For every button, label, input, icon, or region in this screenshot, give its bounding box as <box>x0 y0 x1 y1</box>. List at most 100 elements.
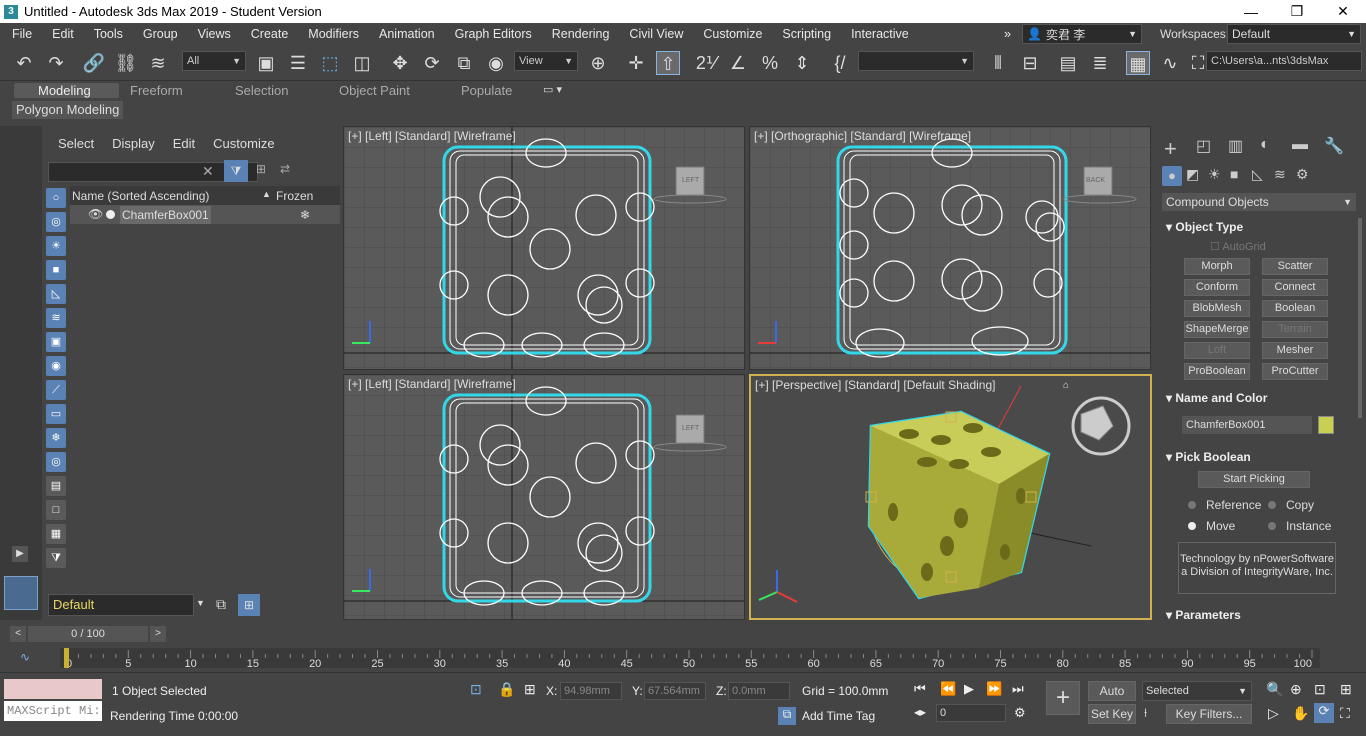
key-selection-select[interactable]: Selected ▼ <box>1142 681 1252 701</box>
snaps-toggle-icon[interactable]: 2⅟ <box>694 51 718 75</box>
named-selection-sets[interactable]: ▼ <box>858 51 974 71</box>
pan-icon[interactable]: ✋ <box>1292 705 1309 722</box>
display-all-icon[interactable]: ▤ <box>46 476 66 496</box>
mirror-icon[interactable]: ⫴ <box>986 51 1010 75</box>
tab-freeform[interactable]: Freeform <box>130 83 183 98</box>
previous-frame-icon[interactable]: ⏪ <box>940 681 956 697</box>
display-invert-icon[interactable]: ▦ <box>46 524 66 544</box>
key-mode-icon[interactable]: ◂▸ <box>914 705 926 719</box>
absolute-mode-icon[interactable]: ⊞ <box>524 681 536 698</box>
object-name-field[interactable]: ChamferBox001 <box>1182 416 1312 434</box>
select-manipulate-icon[interactable]: ✛ <box>624 51 648 75</box>
zoom-all-icon[interactable]: ⊕ <box>1290 681 1302 698</box>
viewport-label[interactable]: [+] [Left] [Standard] [Wireframe] <box>348 129 516 143</box>
rollout-object-type[interactable]: ▾ Object Type <box>1166 220 1243 234</box>
viewport-left-bottom[interactable]: [+] [Left] [Standard] [Wireframe] LEFT <box>343 374 745 620</box>
connect-button[interactable]: Connect <box>1262 279 1328 296</box>
se-menu-edit[interactable]: Edit <box>173 136 213 151</box>
ribbon-panel-polygon-modeling[interactable]: Polygon Modeling <box>12 101 124 119</box>
display-helpers-icon[interactable]: ◺ <box>46 284 66 304</box>
command-panel-scrollbar[interactable] <box>1358 218 1362 418</box>
pivot-center-icon[interactable]: ⊕ <box>586 51 610 75</box>
tab-populate[interactable]: Populate <box>461 83 512 98</box>
utilities-tab-icon[interactable]: 🔧 <box>1324 136 1344 156</box>
morph-button[interactable]: Morph <box>1184 258 1250 275</box>
column-frozen-header[interactable]: Frozen <box>276 189 313 203</box>
viewport-label[interactable]: [+] [Left] [Standard] [Wireframe] <box>348 377 516 391</box>
auto-key-button[interactable]: Auto Key <box>1088 681 1136 716</box>
key-filter-icon[interactable]: ⟊ <box>1144 705 1147 721</box>
spacewarps-category-icon[interactable]: ≋ <box>1274 166 1286 183</box>
cameras-category-icon[interactable]: ■ <box>1230 166 1238 182</box>
maxscript-listener-top[interactable] <box>4 679 102 699</box>
se-menu-customize[interactable]: Customize <box>213 136 292 151</box>
toggle-ribbon-icon[interactable]: ▦ <box>1126 51 1150 75</box>
curve-editor-icon[interactable]: ∿ <box>1158 51 1182 75</box>
sort-icon[interactable]: ⇄ <box>280 162 290 176</box>
eye-icon[interactable]: 👁 <box>88 207 103 221</box>
display-cameras-icon[interactable]: ■ <box>46 260 66 280</box>
display-bones-icon[interactable]: ⟋ <box>46 380 66 400</box>
time-slider[interactable]: 0 / 100 <box>28 626 148 642</box>
geometry-category-icon[interactable]: ● <box>1162 166 1182 186</box>
mesher-button[interactable]: Mesher <box>1262 342 1328 359</box>
radio-instance[interactable]: Instance <box>1268 519 1331 533</box>
select-by-name-icon[interactable]: ☰ <box>286 51 310 75</box>
current-frame-field[interactable]: 0 <box>936 704 1006 722</box>
edit-named-selection-icon[interactable]: {/ <box>828 51 852 75</box>
menu-interactive[interactable]: Interactive <box>841 27 919 41</box>
systems-category-icon[interactable]: ⚙ <box>1296 166 1309 183</box>
time-configuration-icon[interactable]: ⚙ <box>1014 705 1026 721</box>
track-bar[interactable]: 0 5 10 15 20 25 30 35 40 45 50 55 60 65 70 75 80 85 90 95 10… <box>60 648 1320 668</box>
filter-toggle-icon[interactable]: ⧩ <box>224 160 248 182</box>
rollout-pick-boolean[interactable]: ▾ Pick Boolean <box>1166 450 1251 464</box>
time-tag-icon[interactable]: ⧉ <box>778 707 796 725</box>
viewport-label[interactable]: [+] [Orthographic] [Standard] [Wireframe… <box>754 129 971 143</box>
menu-scripting[interactable]: Scripting <box>772 27 841 41</box>
expand-arrow-icon[interactable]: ▶ <box>12 546 28 562</box>
se-menu-select[interactable]: Select <box>58 136 112 151</box>
user-account-dropdown[interactable]: 👤 奕君 李 ▼ <box>1022 24 1142 44</box>
boolean-button[interactable]: Boolean <box>1262 300 1328 317</box>
conform-button[interactable]: Conform <box>1184 279 1250 296</box>
project-folder[interactable]: C:\Users\a...nts\3dsMax <box>1206 51 1362 71</box>
layers-icon[interactable]: ⧉ <box>216 596 226 613</box>
play-icon[interactable]: ▶ <box>964 681 974 697</box>
window-crossing-icon[interactable]: ◫ <box>350 51 374 75</box>
move-icon[interactable]: ✥ <box>388 51 412 75</box>
display-xrefs-icon[interactable]: ◉ <box>46 356 66 376</box>
link-icon[interactable]: 🔗 <box>82 51 106 75</box>
isolate-selection-icon[interactable]: ⊡ <box>470 681 482 698</box>
viewport-perspective[interactable]: [+] [Perspective] [Standard] [Default Sh… <box>749 374 1152 620</box>
menu-rendering[interactable]: Rendering <box>542 27 620 41</box>
object-category-select[interactable]: Compound Objects ▼ <box>1162 193 1356 211</box>
display-lights-icon[interactable]: ☀ <box>46 236 66 256</box>
chevron-down-icon[interactable]: ▼ <box>196 598 205 608</box>
spinner-snap-icon[interactable]: ⇕ <box>790 51 814 75</box>
align-icon[interactable]: ⊟ <box>1018 51 1042 75</box>
maximize-viewport-icon[interactable]: ⛶ <box>1340 705 1350 722</box>
zoom-extents-all-icon[interactable]: ⊞ <box>1340 681 1352 698</box>
menu-graph-editors[interactable]: Graph Editors <box>445 27 542 41</box>
go-to-end-icon[interactable]: ⏭ <box>1012 681 1024 697</box>
minimize-button[interactable]: — <box>1228 4 1274 20</box>
modify-tab-icon[interactable]: ◰ <box>1196 136 1211 156</box>
autogrid-checkbox[interactable]: ☐ AutoGrid <box>1210 240 1266 253</box>
menu-views[interactable]: Views <box>188 27 241 41</box>
filter-icon[interactable]: ⧩ <box>46 548 66 568</box>
x-coordinate-field[interactable]: 94.98mm <box>560 682 622 700</box>
display-groups-icon[interactable]: ▣ <box>46 332 66 352</box>
add-time-tag[interactable]: Add Time Tag <box>802 709 875 723</box>
viewcube-face-label[interactable]: BACK <box>1086 177 1105 184</box>
hierarchy-tab-icon[interactable]: ▥ <box>1228 136 1243 156</box>
close-button[interactable]: ✕ <box>1320 3 1366 20</box>
render-dot-icon[interactable] <box>106 210 115 219</box>
field-of-view-icon[interactable]: ▷ <box>1268 705 1279 722</box>
terrain-button[interactable]: Terrain <box>1262 321 1328 338</box>
menu-file[interactable]: File <box>0 27 42 41</box>
percent-snap-icon[interactable]: % <box>758 51 782 75</box>
zoom-extents-icon[interactable]: ⊡ <box>1314 681 1326 698</box>
display-containers-icon[interactable]: ▭ <box>46 404 66 424</box>
radio-move[interactable]: Move <box>1188 519 1235 533</box>
set-key-icon[interactable]: + <box>1046 681 1080 715</box>
